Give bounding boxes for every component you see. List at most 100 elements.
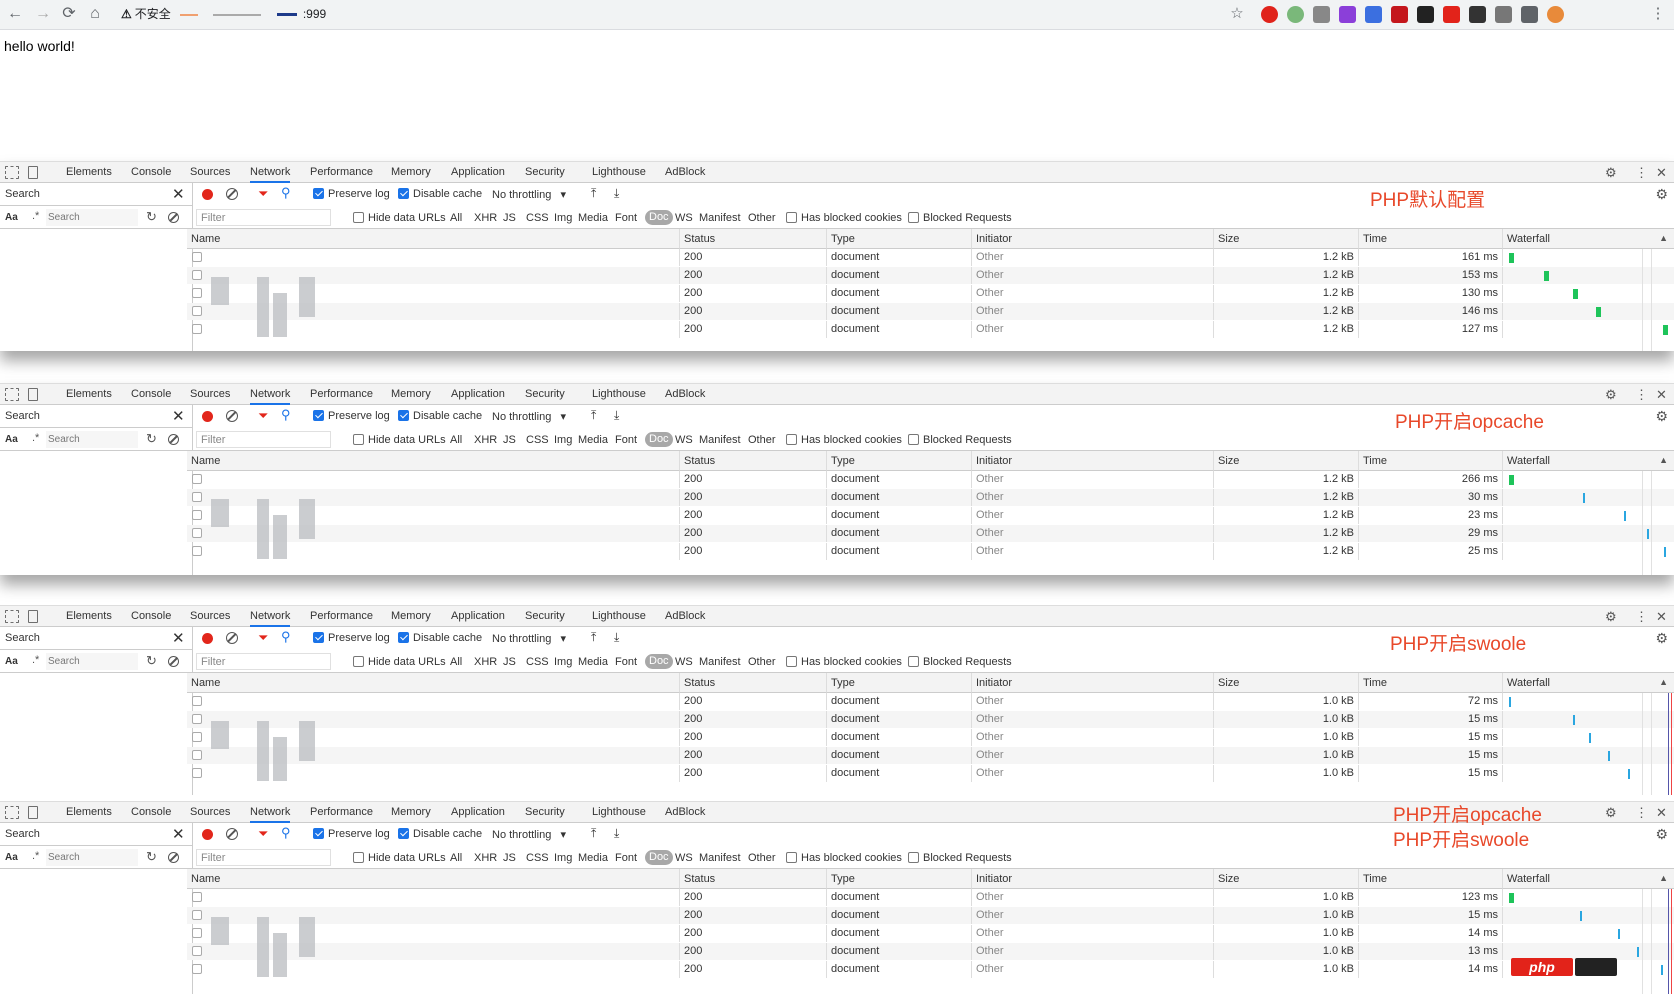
- inspect-element-icon[interactable]: [5, 806, 19, 819]
- row-checkbox[interactable]: [192, 528, 202, 538]
- throttling-select[interactable]: No throttling ▾: [492, 410, 566, 423]
- column-header[interactable]: Time: [1359, 451, 1503, 471]
- filter-type-button[interactable]: Manifest: [699, 852, 741, 864]
- extension-icon[interactable]: [1391, 6, 1408, 23]
- devtools-tab[interactable]: Lighthouse: [592, 610, 646, 622]
- column-header[interactable]: Name: [187, 869, 680, 889]
- filter-type-button[interactable]: Doc: [645, 432, 673, 447]
- filter-funnel-icon[interactable]: ⏷: [258, 186, 268, 202]
- back-icon[interactable]: ←: [5, 4, 25, 24]
- more-options-icon[interactable]: ⋮: [1635, 609, 1648, 625]
- filter-type-button[interactable]: Other: [748, 656, 776, 668]
- devtools-tab[interactable]: Console: [131, 806, 171, 818]
- close-icon[interactable]: ✕: [1656, 609, 1667, 625]
- filter-type-button[interactable]: Img: [554, 852, 572, 864]
- devtools-tab[interactable]: Sources: [190, 166, 230, 178]
- filter-funnel-icon[interactable]: ⏷: [258, 630, 268, 646]
- column-header[interactable]: Status: [680, 869, 827, 889]
- filter-type-button[interactable]: Doc: [645, 654, 673, 669]
- row-checkbox[interactable]: [192, 946, 202, 956]
- filter-type-button[interactable]: CSS: [526, 852, 549, 864]
- extension-icon[interactable]: [1339, 6, 1356, 23]
- row-checkbox[interactable]: [192, 964, 202, 974]
- row-checkbox[interactable]: [192, 696, 202, 706]
- filter-type-button[interactable]: XHR: [474, 852, 497, 864]
- filter-type-button[interactable]: All: [450, 852, 462, 864]
- filter-type-button[interactable]: Font: [615, 852, 637, 864]
- preserve-log-checkbox[interactable]: Preserve log: [313, 828, 390, 840]
- column-header[interactable]: Size: [1214, 673, 1359, 693]
- clear-search-icon[interactable]: [168, 852, 179, 863]
- devtools-tab[interactable]: Application: [451, 388, 505, 400]
- hide-data-urls-checkbox[interactable]: Hide data URLs: [353, 852, 446, 864]
- clear-search-icon[interactable]: [168, 434, 179, 445]
- hide-data-urls-checkbox[interactable]: Hide data URLs: [353, 656, 446, 668]
- refresh-icon[interactable]: ↻: [146, 849, 157, 865]
- close-icon[interactable]: ✕: [1656, 805, 1667, 821]
- regex-toggle[interactable]: .*: [32, 850, 39, 862]
- row-checkbox[interactable]: [192, 546, 202, 556]
- devtools-tab[interactable]: Lighthouse: [592, 806, 646, 818]
- search-input[interactable]: Search: [46, 849, 138, 866]
- has-blocked-cookies-checkbox[interactable]: Has blocked cookies: [786, 212, 902, 224]
- address-bar[interactable]: ⚠ 不安全 :999: [121, 3, 326, 25]
- match-case-toggle[interactable]: Aa: [5, 852, 18, 863]
- devtools-tab[interactable]: Memory: [391, 806, 431, 818]
- search-icon[interactable]: ⚲: [281, 629, 291, 645]
- has-blocked-cookies-checkbox[interactable]: Has blocked cookies: [786, 852, 902, 864]
- clear-icon[interactable]: [226, 828, 238, 840]
- menu-icon[interactable]: ⋮: [1648, 4, 1668, 24]
- devtools-tab[interactable]: Network: [250, 610, 291, 627]
- devtools-tab[interactable]: Sources: [190, 388, 230, 400]
- column-header[interactable]: Initiator: [972, 673, 1214, 693]
- filter-type-button[interactable]: XHR: [474, 212, 497, 224]
- row-checkbox[interactable]: [192, 928, 202, 938]
- column-header[interactable]: Initiator: [972, 451, 1214, 471]
- disable-cache-checkbox[interactable]: Disable cache: [398, 828, 482, 840]
- more-options-icon[interactable]: ⋮: [1635, 805, 1648, 821]
- column-header[interactable]: Time: [1359, 673, 1503, 693]
- filter-funnel-icon[interactable]: ⏷: [258, 826, 268, 842]
- filter-type-button[interactable]: Img: [554, 212, 572, 224]
- clear-icon[interactable]: [226, 632, 238, 644]
- extension-icon[interactable]: [1469, 6, 1486, 23]
- devtools-tab[interactable]: Network: [250, 166, 291, 183]
- inspect-element-icon[interactable]: [5, 166, 19, 179]
- filter-type-button[interactable]: JS: [503, 852, 516, 864]
- devtools-tab[interactable]: AdBlock: [665, 610, 705, 622]
- regex-toggle[interactable]: .*: [32, 432, 39, 444]
- column-header[interactable]: Status: [680, 673, 827, 693]
- devtools-tab[interactable]: Application: [451, 806, 505, 818]
- row-checkbox[interactable]: [192, 324, 202, 334]
- row-checkbox[interactable]: [192, 892, 202, 902]
- devtools-tab[interactable]: Memory: [391, 388, 431, 400]
- extension-icon[interactable]: [1443, 6, 1460, 23]
- devtools-tab[interactable]: Memory: [391, 166, 431, 178]
- filter-type-button[interactable]: Media: [578, 852, 608, 864]
- clear-icon[interactable]: [226, 188, 238, 200]
- devtools-tab[interactable]: Security: [525, 166, 565, 178]
- inspect-element-icon[interactable]: [5, 388, 19, 401]
- extension-icon[interactable]: [1287, 6, 1304, 23]
- blocked-requests-checkbox[interactable]: Blocked Requests: [908, 852, 1012, 864]
- device-toolbar-icon[interactable]: [28, 806, 38, 819]
- devtools-tab[interactable]: Lighthouse: [592, 388, 646, 400]
- devtools-tab[interactable]: Memory: [391, 610, 431, 622]
- filter-input[interactable]: Filter: [196, 431, 331, 448]
- filter-type-button[interactable]: All: [450, 434, 462, 446]
- extension-icon[interactable]: [1365, 6, 1382, 23]
- filter-type-button[interactable]: Media: [578, 656, 608, 668]
- refresh-icon[interactable]: ↻: [146, 431, 157, 447]
- record-icon[interactable]: [202, 633, 213, 644]
- search-icon[interactable]: ⚲: [281, 407, 291, 423]
- device-toolbar-icon[interactable]: [28, 166, 38, 179]
- column-header[interactable]: Type: [827, 451, 972, 471]
- network-settings-icon[interactable]: ⚙: [1655, 186, 1668, 203]
- throttling-select[interactable]: No throttling ▾: [492, 188, 566, 201]
- device-toolbar-icon[interactable]: [28, 610, 38, 623]
- hide-data-urls-checkbox[interactable]: Hide data URLs: [353, 212, 446, 224]
- column-header[interactable]: Name: [187, 229, 680, 249]
- filter-type-button[interactable]: All: [450, 212, 462, 224]
- filter-type-button[interactable]: Font: [615, 212, 637, 224]
- disable-cache-checkbox[interactable]: Disable cache: [398, 188, 482, 200]
